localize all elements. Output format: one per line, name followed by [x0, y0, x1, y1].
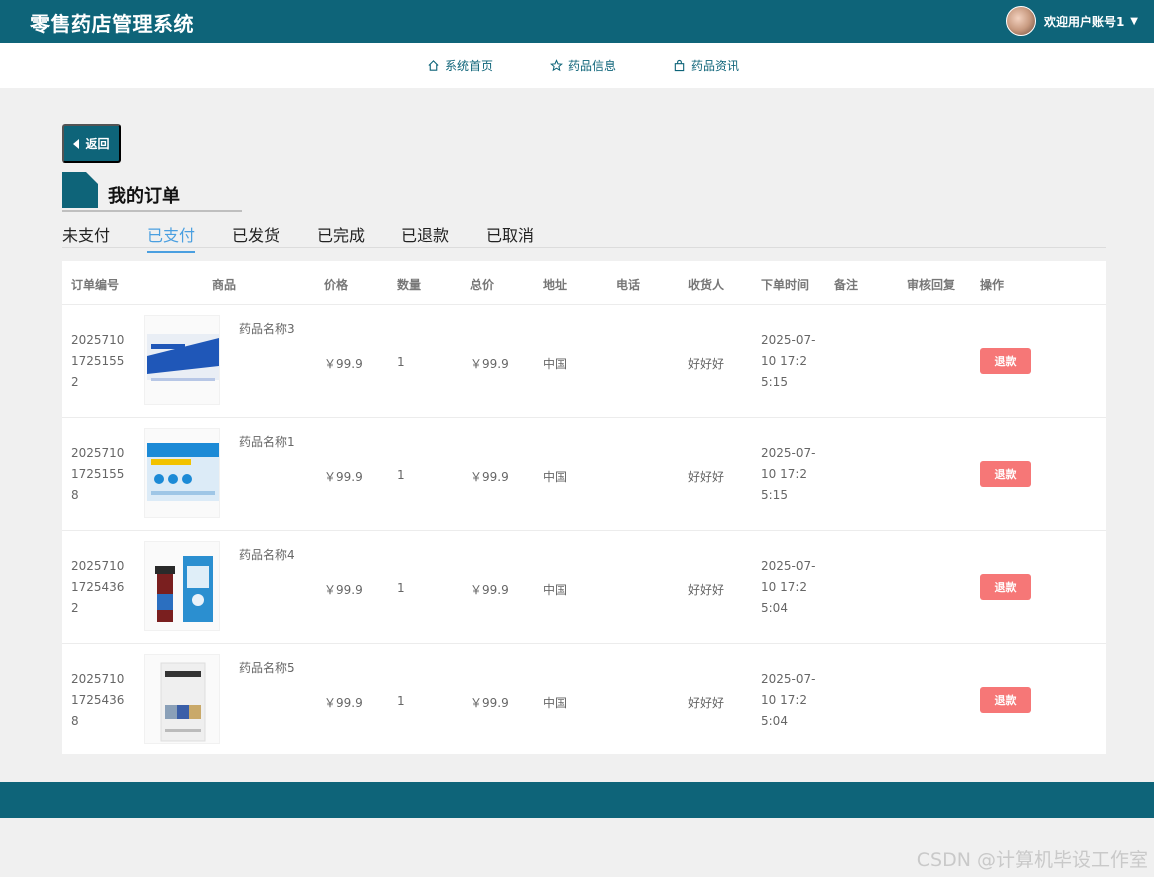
product-name: 药品名称4: [239, 548, 295, 562]
quantity: 1: [397, 694, 405, 708]
column-header: 备注: [834, 278, 859, 292]
back-button[interactable]: 返回: [62, 124, 121, 163]
price: ￥99.9: [324, 357, 363, 371]
column-header: 操作: [980, 278, 1005, 292]
table-row: 20257101725155 2 药品名称3 ￥99.9 1 ￥99.9 中国 …: [62, 305, 1106, 418]
refund-button[interactable]: 退款: [980, 461, 1031, 487]
price: ￥99.9: [324, 470, 363, 484]
footer-bar: [0, 782, 1154, 818]
product-image[interactable]: [144, 654, 220, 744]
tab-paid[interactable]: 已支付: [147, 222, 196, 253]
total-price: ￥99.9: [470, 357, 509, 371]
section-header: 我的订单: [62, 172, 242, 212]
tab-unpaid[interactable]: 未支付: [62, 222, 110, 251]
avatar[interactable]: [1005, 6, 1036, 36]
table-row: 20257101725436 2 药品名称4 ￥99.9 1 ￥99.9 中国 …: [62, 531, 1106, 644]
tab-cancelled[interactable]: 已取消: [486, 222, 534, 251]
column-header: 总价: [470, 278, 495, 292]
column-header: 地址: [543, 278, 568, 292]
medicine-box-image: [147, 334, 219, 381]
total-price: ￥99.9: [470, 696, 509, 710]
receiver: 好好好: [688, 696, 725, 710]
medicine-box-image: [147, 443, 219, 501]
order-time: 2025-07-10 17:25:15: [761, 333, 816, 389]
product-image[interactable]: [144, 428, 220, 518]
tab-refunded[interactable]: 已退款: [401, 222, 449, 251]
nav-item-label: 药品信息: [568, 59, 617, 73]
section-divider: [62, 210, 242, 212]
column-header: 价格: [324, 278, 349, 292]
order-number: 20257101725155 8: [71, 446, 125, 502]
product-name: 药品名称1: [239, 435, 295, 449]
address: 中国: [543, 583, 568, 597]
caret-down-icon[interactable]: ▼: [1130, 16, 1138, 27]
product-image[interactable]: [144, 541, 220, 631]
quantity: 1: [397, 355, 405, 369]
quantity: 1: [397, 468, 405, 482]
section-corner-decoration: [62, 172, 98, 208]
order-time: 2025-07-10 17:25:15: [761, 446, 816, 502]
order-time: 2025-07-10 17:25:04: [761, 559, 816, 615]
home-icon: [428, 60, 439, 71]
receiver: 好好好: [688, 357, 725, 371]
order-number: 20257101725155 2: [71, 333, 125, 389]
product-name: 药品名称5: [239, 661, 295, 675]
order-number: 20257101725436 8: [71, 672, 125, 728]
refund-button[interactable]: 退款: [980, 687, 1031, 713]
address: 中国: [543, 696, 568, 710]
order-number: 20257101725436 2: [71, 559, 125, 615]
triangle-left-icon: [73, 138, 80, 149]
nav-item-label: 系统首页: [445, 59, 494, 73]
table-row: 20257101725155 8 药品名称1 ￥99.9 1 ￥99.9 中国 …: [62, 418, 1106, 531]
tab-shipped[interactable]: 已发货: [232, 222, 280, 251]
total-price: ￥99.9: [470, 583, 509, 597]
column-header: 订单编号: [71, 278, 120, 292]
column-header: 电话: [616, 278, 641, 292]
column-header: 收货人: [688, 278, 725, 292]
order-status-tabs: 未支付 已支付 已发货 已完成 已退款 已取消: [62, 218, 1106, 253]
column-header: 下单时间: [761, 278, 810, 292]
column-header: 数量: [397, 278, 422, 292]
top-bar: 零售药店管理系统 欢迎用户账号1 ▼: [0, 0, 1154, 43]
table-row: 20257101725436 8 药品名称5 ￥99.9 1 ￥99.9 中国 …: [62, 644, 1106, 757]
watermark-text: CSDN @计算机毕设工作室: [916, 849, 1148, 871]
receiver: 好好好: [688, 583, 725, 597]
user-menu[interactable]: 欢迎用户账号1 ▼: [1005, 5, 1138, 37]
star-icon: [550, 59, 563, 72]
table-header: 订单编号 商品 价格 数量 总价 地址 电话 收货人 下单时间 备注 审核回复 …: [62, 261, 1106, 305]
column-header: 审核回复: [907, 278, 956, 292]
total-price: ￥99.9: [470, 470, 509, 484]
nav-item-medicine-news[interactable]: 药品资讯: [673, 57, 739, 74]
refund-button[interactable]: 退款: [980, 574, 1031, 600]
back-label: 返回: [85, 137, 110, 151]
price: ￥99.9: [324, 583, 363, 597]
nav-bar: 系统首页 药品信息 药品资讯: [0, 43, 1154, 88]
product-name: 药品名称3: [239, 322, 295, 336]
column-header: 商品: [212, 278, 237, 292]
refund-button[interactable]: 退款: [980, 348, 1031, 374]
welcome-text[interactable]: 欢迎用户账号1: [1044, 13, 1124, 30]
address: 中国: [543, 357, 568, 371]
product-image[interactable]: [144, 315, 220, 405]
app-title: 零售药店管理系统: [30, 12, 194, 36]
address: 中国: [543, 470, 568, 484]
orders-table: 订单编号 商品 价格 数量 总价 地址 电话 收货人 下单时间 备注 审核回复 …: [62, 261, 1106, 754]
price: ￥99.9: [324, 696, 363, 710]
page-title: 我的订单: [108, 186, 180, 207]
syrup-bottle-image: [155, 556, 213, 622]
bag-icon: [674, 59, 685, 72]
medicine-box-image: [160, 662, 206, 742]
nav-item-home[interactable]: 系统首页: [427, 57, 493, 74]
quantity: 1: [397, 581, 405, 595]
nav-item-label: 药品资讯: [691, 59, 740, 73]
receiver: 好好好: [688, 470, 725, 484]
tab-completed[interactable]: 已完成: [317, 222, 365, 251]
nav-item-medicine-info[interactable]: 药品信息: [550, 57, 616, 74]
order-time: 2025-07-10 17:25:04: [761, 672, 816, 728]
